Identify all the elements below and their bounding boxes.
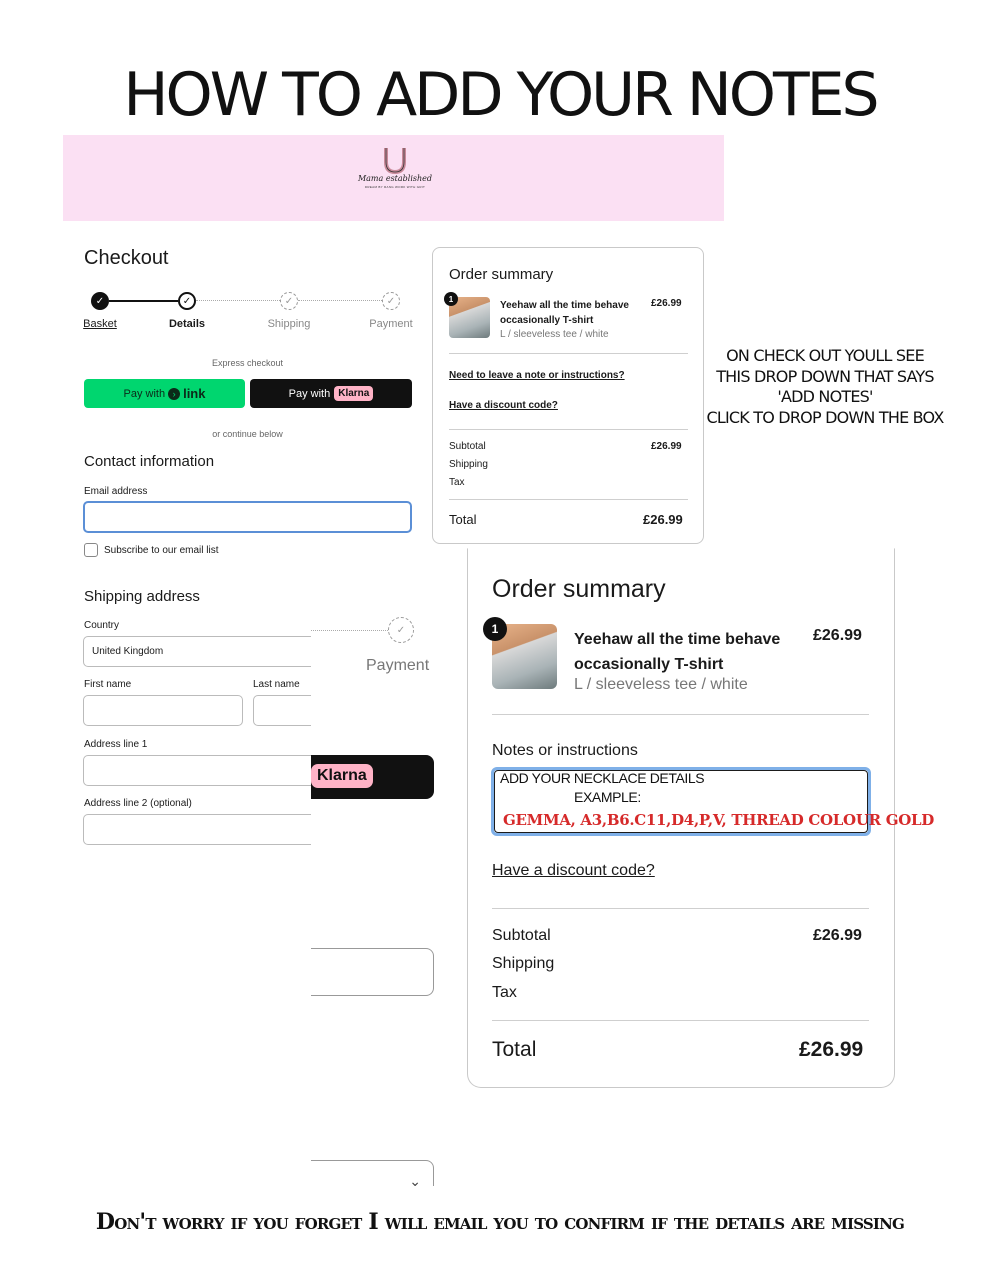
link-brand: link	[183, 386, 206, 401]
chevron-down-icon: ⌄	[409, 1173, 421, 1186]
instructions-line: ON CHECK OUT YOULL SEE	[726, 346, 925, 365]
screenshot-cutoff	[311, 600, 461, 1200]
step-basket-check-icon[interactable]: ✓	[91, 292, 109, 310]
klarna-badge: Klarna	[311, 764, 373, 788]
tax-label: Tax	[449, 477, 465, 488]
checkout-title: Checkout	[84, 247, 169, 269]
step-payment-check-icon: ✓	[382, 292, 400, 310]
divider	[492, 908, 869, 909]
discount-code-link[interactable]: Have a discount code?	[449, 400, 558, 411]
step-connector	[196, 300, 280, 301]
step-shipping-check-icon: ✓	[280, 292, 298, 310]
subtotal-value: £26.99	[813, 927, 862, 944]
subscribe-label: Subscribe to our email list	[104, 545, 219, 556]
divider	[449, 429, 688, 430]
notes-example-text: GEMMA, A3,B6.C11,D4,P,V, THREAD COLOUR G…	[503, 811, 934, 829]
total-value: £26.99	[799, 1038, 864, 1061]
product-name: Yeehaw all the time behave occasionally …	[500, 300, 629, 326]
divider	[449, 499, 688, 500]
link-button-prefix: Pay with	[123, 387, 166, 400]
order-summary-title: Order summary	[492, 575, 666, 603]
pay-with-link-button[interactable]: Pay with › link	[84, 379, 245, 408]
total-value: £26.99	[643, 512, 683, 527]
step-details-check-icon: ✓	[178, 292, 196, 310]
footer-note: Don't worry if you forget I will email y…	[95, 1209, 905, 1235]
step-basket-link[interactable]: Basket	[60, 318, 140, 330]
quantity-badge: 1	[483, 617, 507, 641]
country-label: Country	[84, 620, 120, 631]
step-payment-label: Payment	[369, 318, 413, 330]
page-heading: HOW TO ADD YOUR NOTES	[123, 60, 879, 130]
divider	[492, 714, 869, 715]
pay-with-klarna-button[interactable]: Pay with Klarna	[250, 379, 412, 408]
link-arrow-icon: ›	[168, 387, 181, 400]
continue-below-label: or continue below	[212, 429, 283, 439]
email-field[interactable]	[83, 501, 412, 533]
first-name-label: First name	[84, 679, 132, 690]
address-line-2-label: Address line 2 (optional)	[84, 798, 192, 809]
instructions-line: 'ADD NOTES'	[777, 387, 873, 406]
product-name-line: Yeehaw all the time behave	[574, 631, 781, 648]
contact-section-title: Contact information	[84, 453, 215, 470]
subtotal-label: Subtotal	[492, 927, 551, 944]
product-name-line: occasionally T-shirt	[574, 656, 724, 673]
logo-tagline: DREAM BY RANG WORK WITH GRIT	[364, 185, 426, 189]
discount-code-link[interactable]: Have a discount code?	[492, 862, 655, 880]
address-line-1-field[interactable]	[83, 755, 323, 786]
step-connector	[298, 300, 382, 301]
instructions-line: THIS DROP DOWN THAT SAYS	[716, 366, 934, 386]
quantity-badge: 1	[444, 292, 458, 306]
horseshoe-icon	[384, 148, 406, 174]
add-note-dropdown-link[interactable]: Need to leave a note or instructions?	[449, 370, 625, 381]
last-name-label: Last name	[253, 679, 300, 690]
instructions-text: ON CHECK OUT YOULL SEE THIS DROP DOWN TH…	[690, 346, 960, 428]
notes-label: Notes or instructions	[492, 742, 638, 759]
brand-logo: Mama established DREAM BY RANG WORK WITH…	[355, 146, 435, 198]
country-select[interactable]: United Kingdom	[83, 636, 323, 667]
product-variant: L / sleeveless tee / white	[500, 329, 609, 340]
divider	[449, 353, 688, 354]
notes-text-line: EXAMPLE:	[574, 789, 641, 805]
shipping-label: Shipping	[492, 955, 555, 972]
tax-label: Tax	[492, 984, 517, 1001]
email-label: Email address	[84, 486, 148, 497]
shipping-label: Shipping	[449, 459, 488, 470]
express-checkout-label: Express checkout	[211, 358, 284, 368]
address-line-1-label: Address line 1	[84, 739, 148, 750]
step-connector	[109, 300, 178, 302]
product-price: £26.99	[813, 627, 862, 644]
total-label: Total	[449, 512, 477, 527]
step-details-label: Details	[168, 318, 206, 330]
country-value: United Kingdom	[92, 646, 164, 657]
product-price: £26.99	[651, 298, 682, 309]
subscribe-checkbox[interactable]	[84, 543, 98, 557]
divider	[492, 1020, 869, 1021]
klarna-button-fragment[interactable]: Klarna	[311, 755, 434, 799]
step-shipping-label: Shipping	[267, 318, 311, 330]
total-label: Total	[492, 1038, 537, 1061]
address-line-2-field[interactable]	[83, 814, 323, 845]
first-name-field[interactable]	[83, 695, 243, 726]
product-variant: L / sleeveless tee / white	[574, 676, 748, 693]
klarna-badge: Klarna	[334, 386, 374, 401]
payment-step-check-icon: ✓	[388, 617, 414, 643]
payment-step-label: Payment	[366, 657, 430, 674]
input-fragment[interactable]	[311, 948, 434, 996]
klarna-button-prefix: Pay with	[288, 387, 331, 400]
subtotal-label: Subtotal	[449, 441, 486, 452]
shipping-section-title: Shipping address	[84, 588, 200, 605]
product-name: Yeehaw all the time behave occasionally …	[574, 627, 780, 677]
order-summary-title: Order summary	[449, 266, 554, 283]
step-connector	[311, 630, 388, 631]
select-fragment[interactable]: ⌄	[311, 1160, 434, 1186]
instructions-line: CLICK TO DROP DOWN THE BOX	[706, 407, 945, 427]
subtotal-value: £26.99	[651, 441, 682, 452]
logo-script: Mama established	[357, 174, 433, 183]
notes-text-line: ADD YOUR NECKLACE DETAILS	[500, 770, 705, 786]
